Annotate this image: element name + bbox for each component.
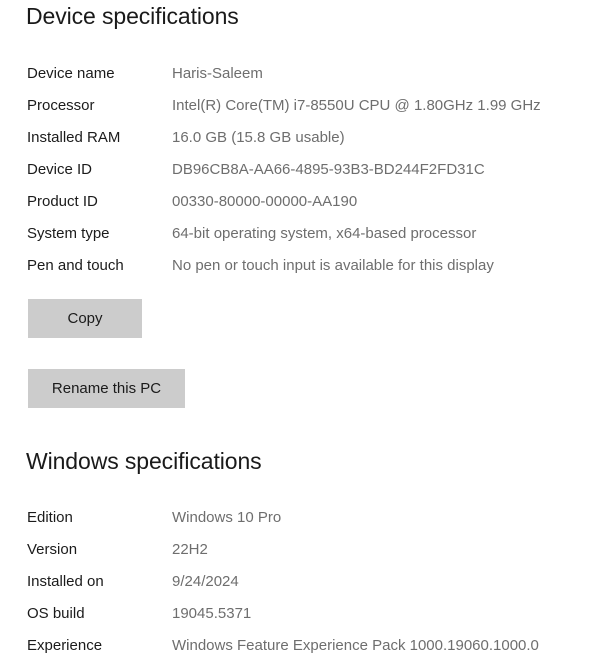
spec-label: Processor [27,97,95,114]
spec-value: DB96CB8A-AA66-4895-93B3-BD244F2FD31C [172,161,485,178]
spec-label: Installed RAM [27,129,121,146]
spec-row-installed-on: Installed on 9/24/2024 [0,572,606,596]
spec-label: Edition [27,509,73,526]
spec-label: Product ID [27,193,98,210]
spec-label: Experience [27,637,103,654]
spec-row-system-type: System type 64-bit operating system, x64… [0,224,606,248]
spec-label: Device ID [27,161,93,178]
spec-row-os-build: OS build 19045.5371 [0,604,606,628]
spec-label: Device name [27,65,115,82]
spec-value: 64-bit operating system, x64-based proce… [172,225,477,242]
spec-row-processor: Processor Intel(R) Core(TM) i7-8550U CPU… [0,96,606,120]
spec-value: 19045.5371 [172,605,252,622]
spec-row-product-id: Product ID 00330-80000-00000-AA190 [0,192,606,216]
spec-label: Version [27,541,78,558]
spec-value: 9/24/2024 [172,573,239,590]
spec-value: Intel(R) Core(TM) i7-8550U CPU @ 1.80GHz… [172,97,541,114]
spec-row-edition: Edition Windows 10 Pro [0,508,606,532]
spec-value: Windows Feature Experience Pack 1000.190… [172,637,539,654]
spec-value: 22H2 [172,541,208,558]
spec-label: System type [27,225,110,242]
spec-value: No pen or touch input is available for t… [172,257,494,274]
spec-label: OS build [27,605,85,622]
copy-button[interactable]: Copy [28,299,142,338]
spec-label: Installed on [27,573,104,590]
spec-row-pen-and-touch: Pen and touch No pen or touch input is a… [0,256,606,280]
rename-this-pc-button[interactable]: Rename this PC [28,369,185,408]
spec-value: Windows 10 Pro [172,509,282,526]
windows-specifications-heading: Windows specifications [26,448,262,474]
spec-row-device-id: Device ID DB96CB8A-AA66-4895-93B3-BD244F… [0,160,606,184]
spec-value: 16.0 GB (15.8 GB usable) [172,129,345,146]
spec-row-installed-ram: Installed RAM 16.0 GB (15.8 GB usable) [0,128,606,152]
device-specifications-heading: Device specifications [26,3,239,29]
about-settings-page: Device specifications Device name Haris-… [0,0,606,665]
spec-value: Haris-Saleem [172,65,263,82]
spec-row-version: Version 22H2 [0,540,606,564]
spec-row-experience: Experience Windows Feature Experience Pa… [0,636,606,660]
spec-row-device-name: Device name Haris-Saleem [0,64,606,88]
spec-value: 00330-80000-00000-AA190 [172,193,358,210]
spec-label: Pen and touch [27,257,124,274]
